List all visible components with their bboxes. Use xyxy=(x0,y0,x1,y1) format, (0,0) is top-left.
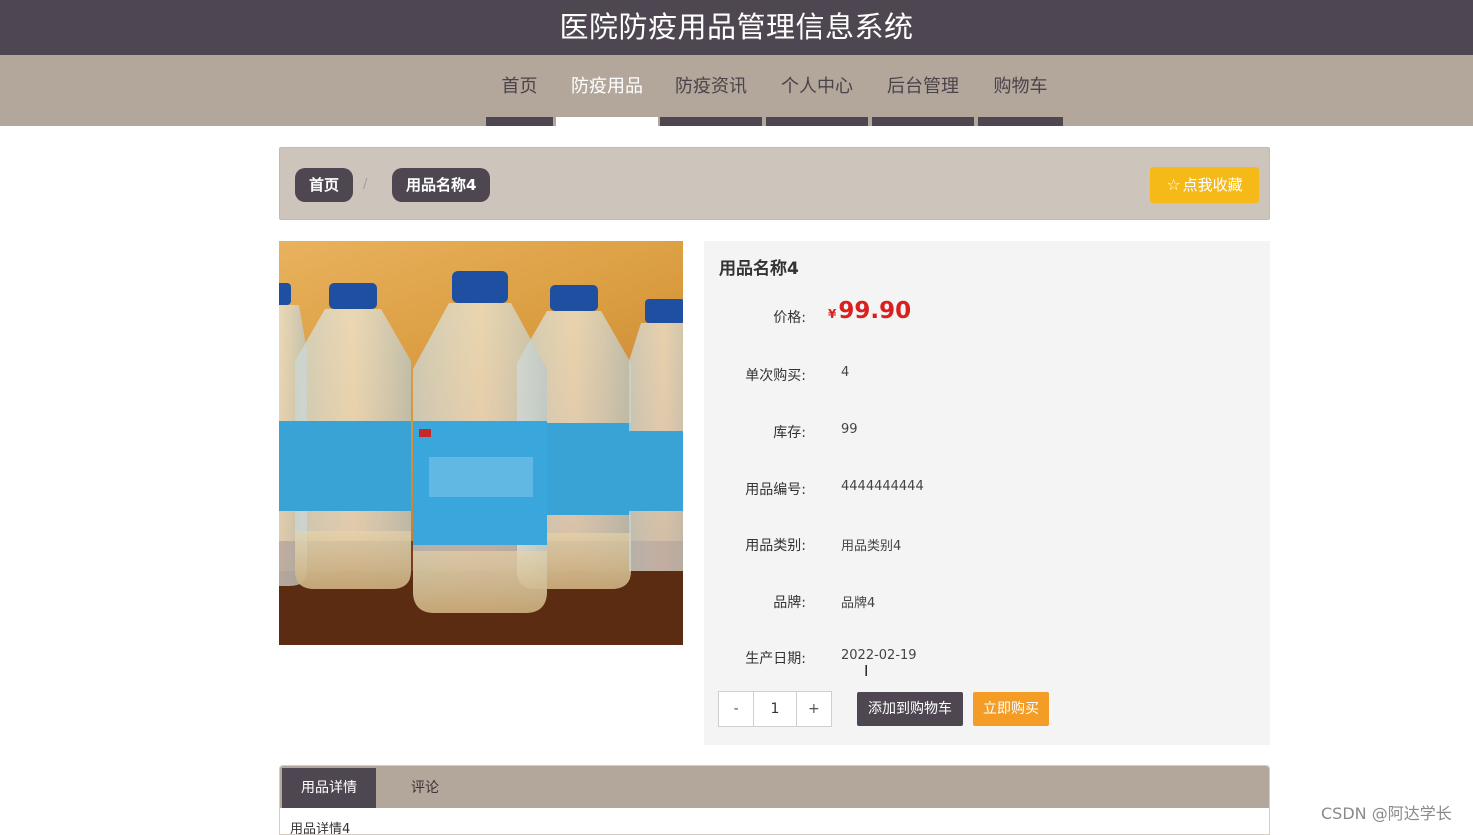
watermark: CSDN @阿达学长 xyxy=(1321,804,1452,823)
nav-item-label: 购物车 xyxy=(993,76,1048,97)
product-name: 用品名称4 xyxy=(719,259,799,279)
site-header: 医院防疫用品管理信息系统 xyxy=(0,0,1473,55)
favorite-button-label: 点我收藏 xyxy=(1182,176,1243,194)
tab-content: 用品详情4 xyxy=(290,822,351,835)
quantity-increase-button[interactable]: + xyxy=(797,692,831,726)
nav-item-cart[interactable]: 购物车 xyxy=(978,55,1063,126)
breadcrumb-current[interactable]: 用品名称4 xyxy=(392,168,491,202)
purchase-limit-value: 4 xyxy=(841,365,850,380)
nav-item-supplies[interactable]: 防疫用品 xyxy=(556,55,658,126)
product-code-value: 4444444444 xyxy=(841,479,924,494)
site-title: 医院防疫用品管理信息系统 xyxy=(559,10,914,44)
purchase-limit-label: 单次购买: xyxy=(745,368,806,384)
quantity-input[interactable]: 1 xyxy=(753,692,797,726)
tabs-header: 用品详情 评论 xyxy=(280,766,1269,808)
breadcrumb-separator: / xyxy=(363,177,368,192)
quantity-stepper: - 1 + xyxy=(718,691,832,727)
alcohol-bottles-photo xyxy=(279,271,683,645)
text-cursor-icon: I xyxy=(864,662,869,680)
quantity-decrease-button[interactable]: - xyxy=(719,692,753,726)
price-label: 价格: xyxy=(773,310,806,326)
nav-item-admin[interactable]: 后台管理 xyxy=(872,55,974,126)
star-outline-icon: ☆ xyxy=(1166,175,1181,194)
product-detail-panel: 用品名称4 价格: ¥99.90 单次购买: 4 库存: 99 用品编号: 44… xyxy=(704,241,1270,745)
breadcrumb-home[interactable]: 首页 xyxy=(295,168,354,202)
nav-indicator-active xyxy=(556,117,658,126)
favorite-button[interactable]: ☆ 点我收藏 xyxy=(1150,167,1259,203)
stock-value: 99 xyxy=(841,422,858,437)
category-value: 用品类别4 xyxy=(841,539,902,554)
product-code-label: 用品编号: xyxy=(745,482,806,498)
buy-now-button[interactable]: 立即购买 xyxy=(973,692,1049,726)
tab-comments[interactable]: 评论 xyxy=(390,768,460,808)
stock-label: 库存: xyxy=(773,425,806,441)
nav-indicator xyxy=(978,117,1063,126)
nav-item-label: 首页 xyxy=(501,76,538,97)
currency-symbol: ¥ xyxy=(828,307,837,321)
nav-indicator xyxy=(766,117,868,126)
nav-item-label: 后台管理 xyxy=(887,76,959,97)
product-tabs: 用品详情 评论 用品详情4 xyxy=(279,765,1270,835)
category-label: 用品类别: xyxy=(745,538,806,554)
production-date-label: 生产日期: xyxy=(745,651,806,667)
nav-item-label: 防疫用品 xyxy=(571,76,643,97)
production-date-value: 2022-02-19 xyxy=(841,648,917,663)
nav-item-label: 防疫资讯 xyxy=(675,76,747,97)
brand-label: 品牌: xyxy=(773,595,806,611)
nav-indicator xyxy=(872,117,974,126)
nav-item-home[interactable]: 首页 xyxy=(486,55,553,126)
nav-item-news[interactable]: 防疫资讯 xyxy=(660,55,762,126)
product-image xyxy=(279,241,683,645)
nav-item-label: 个人中心 xyxy=(781,76,853,97)
tab-product-details[interactable]: 用品详情 xyxy=(282,768,376,808)
brand-value: 品牌4 xyxy=(841,596,876,611)
nav-indicator xyxy=(486,117,553,126)
price-amount: 99.90 xyxy=(838,298,912,324)
breadcrumb: 首页 / 用品名称4 ☆ 点我收藏 xyxy=(279,147,1270,220)
nav-indicator xyxy=(660,117,762,126)
add-to-cart-button[interactable]: 添加到购物车 xyxy=(857,692,963,726)
product-price: ¥99.90 xyxy=(828,298,911,324)
nav-item-profile[interactable]: 个人中心 xyxy=(766,55,868,126)
main-nav: 首页 防疫用品 防疫资讯 个人中心 后台管理 购物车 xyxy=(0,55,1473,126)
